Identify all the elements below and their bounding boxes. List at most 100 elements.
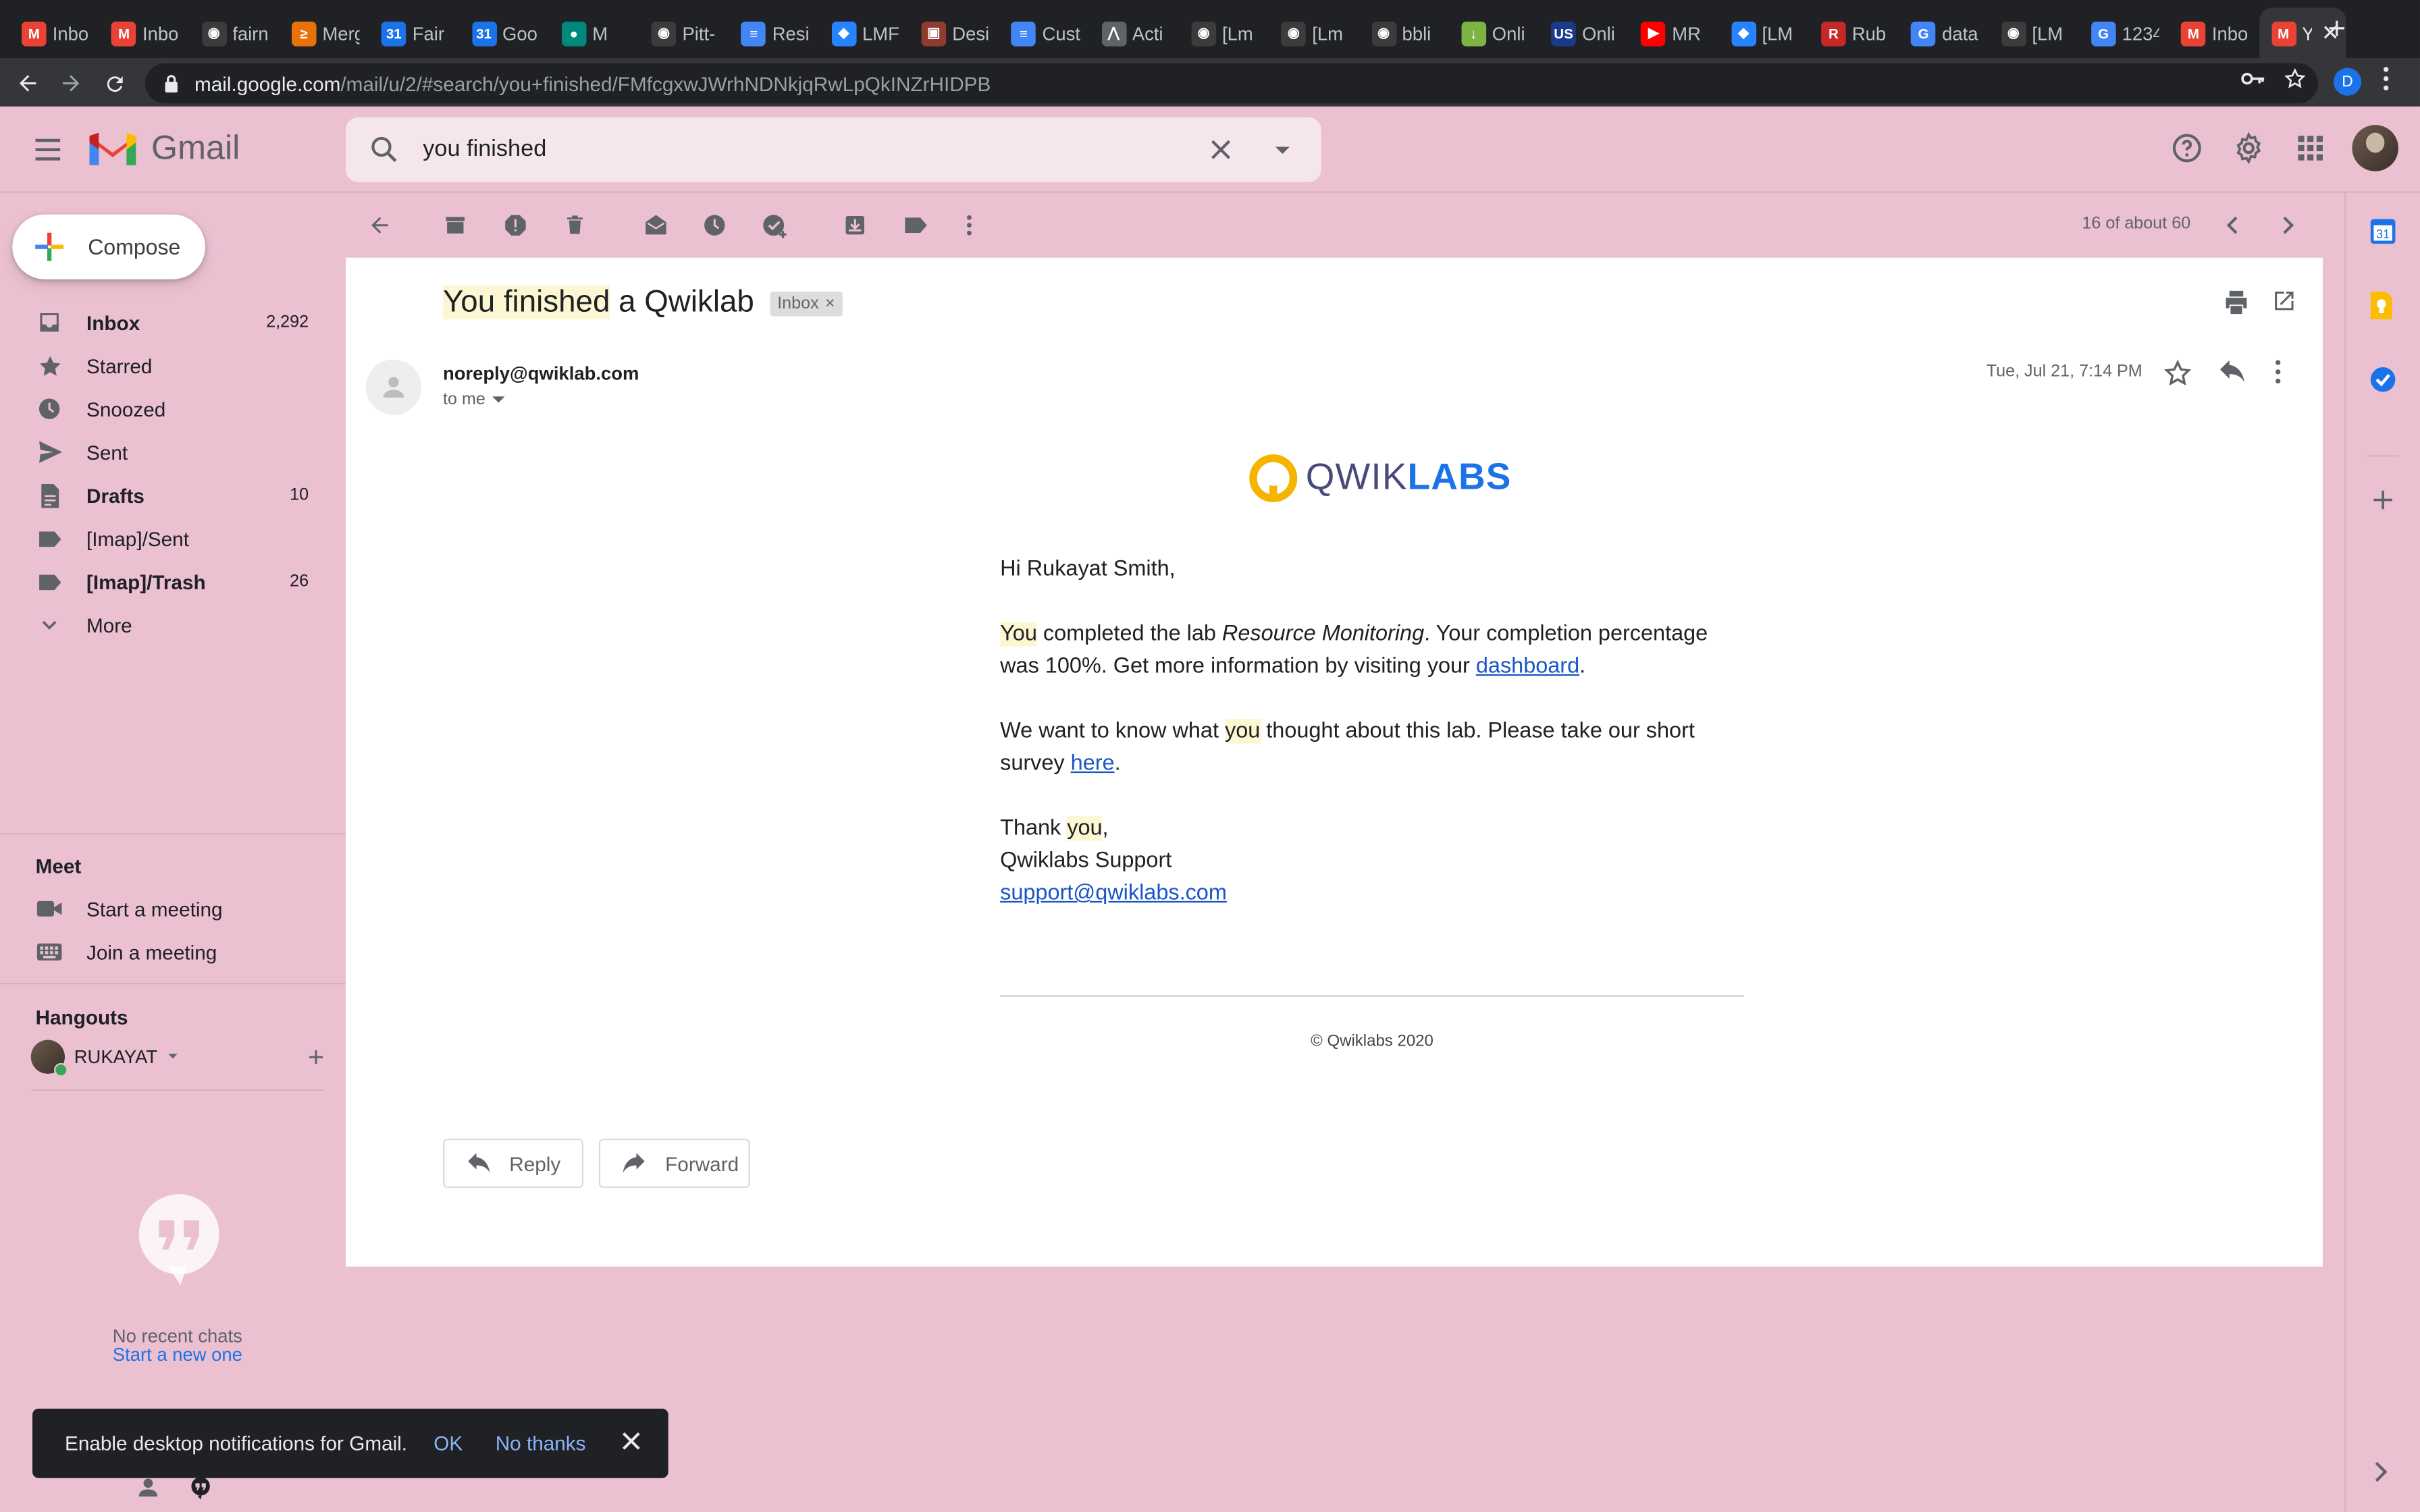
- survey-link[interactable]: here: [1071, 751, 1115, 776]
- browser-tab[interactable]: ≡ Cust: [999, 7, 1086, 58]
- archive-icon[interactable]: [440, 210, 471, 241]
- browser-tab[interactable]: ◉ Pitt-: [639, 7, 726, 58]
- sidebar-item-snoozed[interactable]: Snoozed: [0, 387, 346, 431]
- reply-button[interactable]: Reply: [442, 1138, 583, 1188]
- snackbar-ok-button[interactable]: OK: [433, 1432, 463, 1455]
- forward-button[interactable]: Forward: [598, 1138, 750, 1188]
- dashboard-link[interactable]: dashboard: [1476, 654, 1579, 679]
- snooze-icon[interactable]: [699, 210, 730, 241]
- sidebar-item-sent[interactable]: Sent: [0, 431, 346, 474]
- browser-tab[interactable]: ◉ [Lm: [1269, 7, 1356, 58]
- sidebar-item-imap-sent[interactable]: [Imap]/Sent: [0, 517, 346, 560]
- reload-icon[interactable]: [96, 65, 133, 102]
- expand-panel-icon[interactable]: [2369, 1461, 2400, 1492]
- address-bar[interactable]: mail.google.com/mail/u/2/#search/you+fin…: [144, 63, 2319, 104]
- gmail-logo[interactable]: Gmail: [86, 128, 240, 168]
- sidebar-item-starred[interactable]: Starred: [0, 344, 346, 387]
- apps-grid-icon[interactable]: [2290, 128, 2330, 168]
- browser-tab[interactable]: ⋀ Acti: [1089, 7, 1176, 58]
- browser-tab[interactable]: ◉ fairn: [189, 7, 276, 58]
- move-to-icon[interactable]: [839, 210, 870, 241]
- browser-tab[interactable]: R Rub: [1809, 7, 1896, 58]
- browser-tab[interactable]: ◉ [LM: [1989, 7, 2076, 58]
- search-icon[interactable]: [367, 133, 401, 167]
- start-meeting-link[interactable]: Start a meeting: [36, 893, 222, 924]
- start-new-chat-link[interactable]: Start a new one: [0, 1344, 355, 1366]
- compose-button[interactable]: Compose: [12, 214, 205, 279]
- calendar-icon[interactable]: 31: [2369, 217, 2400, 248]
- snackbar-no-thanks-button[interactable]: No thanks: [496, 1432, 586, 1455]
- browser-tab[interactable]: M Inbo: [99, 7, 186, 58]
- back-to-search-icon[interactable]: [364, 210, 395, 241]
- browser-tab[interactable]: ↓ Onli: [1449, 7, 1536, 58]
- sidebar-item-imap-trash[interactable]: [Imap]/Trash 26: [0, 560, 346, 603]
- get-addons-icon[interactable]: [2369, 486, 2400, 517]
- star-icon[interactable]: [2163, 359, 2192, 396]
- merge-icon: ≥: [291, 20, 317, 46]
- browser-tab[interactable]: M Inbo: [2169, 7, 2256, 58]
- close-icon[interactable]: [621, 1430, 642, 1452]
- bookmark-star-icon[interactable]: [2284, 68, 2306, 90]
- hangouts-user[interactable]: RUKAYAT +: [30, 1038, 324, 1077]
- search-options-icon[interactable]: [1265, 133, 1299, 167]
- labels-icon[interactable]: [900, 210, 931, 241]
- message-more-icon[interactable]: [2275, 360, 2281, 392]
- print-icon[interactable]: [2222, 288, 2250, 324]
- browser-tab[interactable]: ● M: [549, 7, 636, 58]
- delete-icon[interactable]: [558, 210, 589, 241]
- browser-tab-label: Acti: [1132, 22, 1163, 45]
- recipients-toggle[interactable]: to me: [443, 390, 506, 409]
- key-icon[interactable]: [2241, 70, 2266, 88]
- support-email-link[interactable]: support@qwiklabs.com: [1000, 881, 1227, 906]
- keep-icon[interactable]: [2369, 290, 2400, 321]
- sidebar-item-drafts[interactable]: Drafts 10: [0, 474, 346, 517]
- settings-gear-icon[interactable]: [2229, 128, 2269, 168]
- back-icon[interactable]: [9, 65, 47, 102]
- browser-tab[interactable]: ▶ MR: [1629, 7, 1716, 58]
- sender-email[interactable]: noreply@qwiklab.com: [443, 362, 639, 384]
- search-bar[interactable]: you finished: [345, 117, 1321, 182]
- browser-tab[interactable]: ◉ [Lm: [1179, 7, 1266, 58]
- browser-tab[interactable]: Gdata: [1899, 7, 1986, 58]
- main-menu-icon[interactable]: [28, 131, 68, 168]
- remove-label-icon[interactable]: ×: [825, 294, 835, 312]
- account-avatar[interactable]: [2352, 125, 2398, 171]
- signature: Qwiklabs Support: [1000, 848, 1172, 873]
- browser-tab[interactable]: ▣ Desi: [909, 7, 996, 58]
- browser-tab[interactable]: 31 Fair: [369, 7, 456, 58]
- new-tab-icon[interactable]: +: [2328, 14, 2346, 45]
- browser-tab[interactable]: M Inbo: [9, 7, 97, 58]
- browser-tab[interactable]: 31 Goo: [459, 7, 546, 58]
- more-actions-icon[interactable]: [954, 210, 985, 241]
- clear-search-icon[interactable]: [1204, 133, 1238, 167]
- inbox-label-chip[interactable]: Inbox ×: [769, 290, 843, 316]
- status-dropdown-icon[interactable]: [167, 1052, 179, 1062]
- join-meeting-link[interactable]: Join a meeting: [36, 936, 217, 967]
- browser-tab[interactable]: ◆ LMF: [819, 7, 906, 58]
- mark-unread-icon[interactable]: [641, 210, 672, 241]
- sidebar-item-more[interactable]: More: [0, 603, 346, 647]
- report-spam-icon[interactable]: [500, 210, 531, 241]
- browser-profile-avatar[interactable]: D: [2333, 68, 2362, 96]
- newer-icon[interactable]: [2218, 210, 2249, 241]
- browser-tab[interactable]: US Onli: [1539, 7, 1626, 58]
- browser-tab[interactable]: ≥Merg: [279, 7, 366, 58]
- person-icon[interactable]: [136, 1475, 161, 1500]
- add-contact-icon[interactable]: +: [308, 1042, 324, 1074]
- search-input[interactable]: you finished: [423, 136, 546, 162]
- add-to-tasks-icon[interactable]: [760, 210, 791, 241]
- browser-tab[interactable]: ◉ bbli: [1359, 7, 1446, 58]
- browser-tab[interactable]: ≡ Resi: [729, 7, 816, 58]
- open-in-new-window-icon[interactable]: [2272, 288, 2297, 321]
- reply-icon[interactable]: [2218, 360, 2246, 392]
- sidebar-item-inbox[interactable]: Inbox 2,292: [0, 301, 346, 344]
- hangouts-icon[interactable]: [188, 1475, 213, 1500]
- older-icon[interactable]: [2272, 210, 2303, 241]
- help-icon[interactable]: [2167, 128, 2207, 168]
- browser-tab[interactable]: ◆ [LM: [1719, 7, 1806, 58]
- browser-menu-icon[interactable]: [2383, 66, 2389, 97]
- browser-tab[interactable]: G 1234: [2079, 7, 2166, 58]
- tasks-icon[interactable]: [2369, 366, 2400, 397]
- forward-icon[interactable]: [53, 65, 90, 102]
- sidebar-divider: [0, 982, 346, 985]
